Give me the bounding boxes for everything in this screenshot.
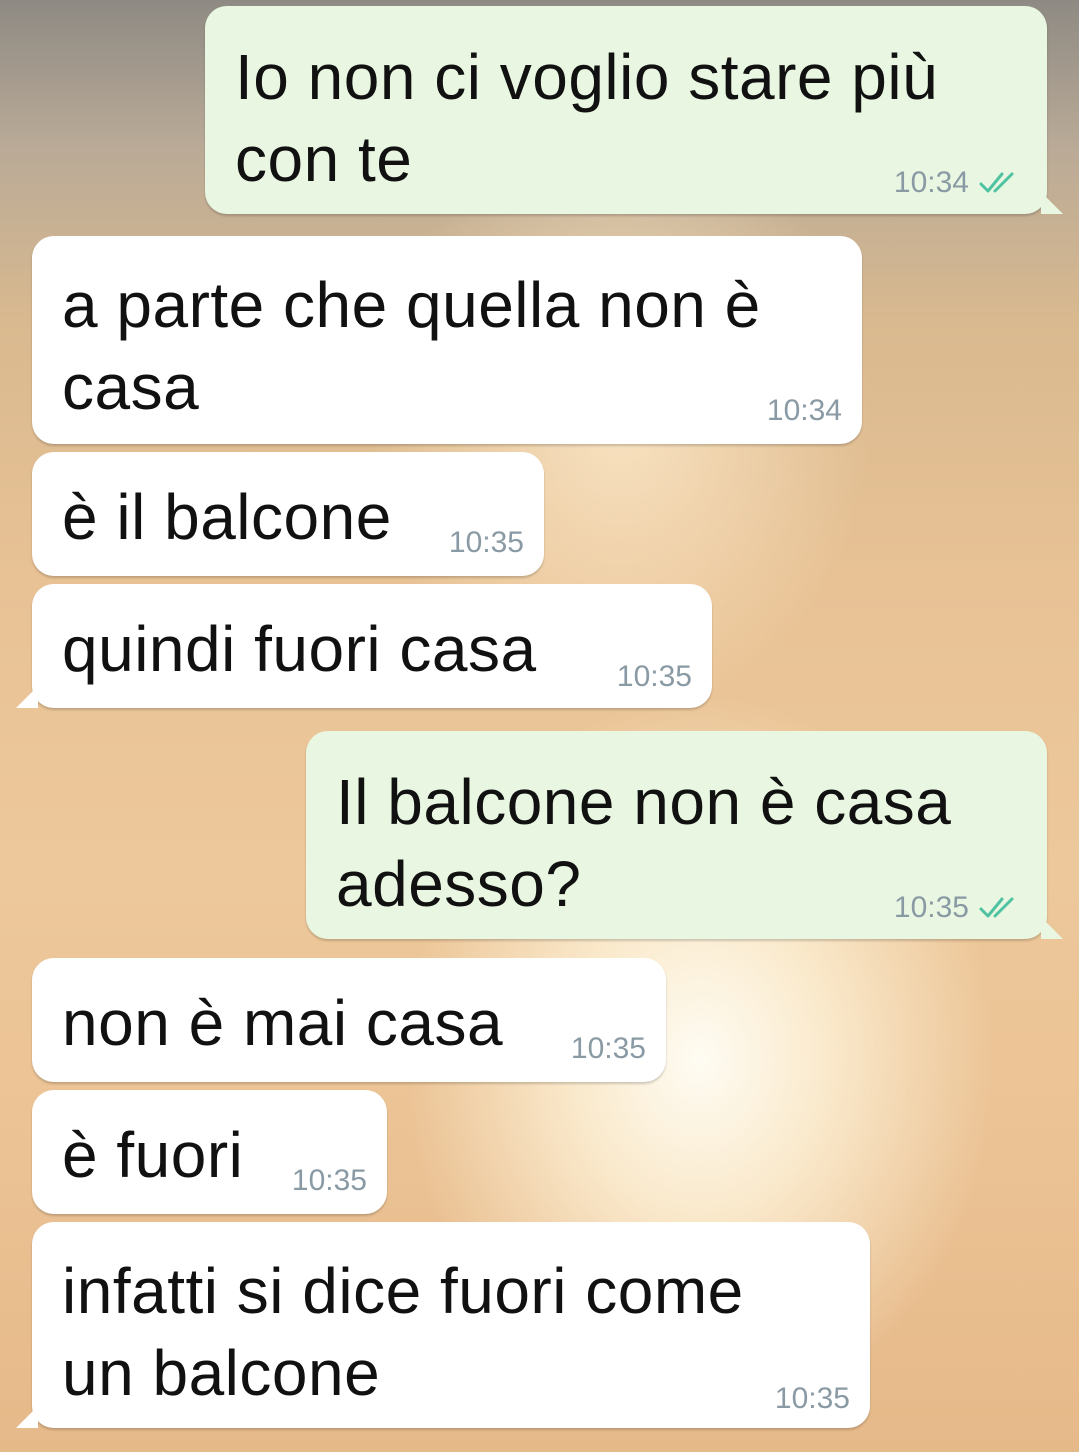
message-text: è il balcone bbox=[62, 481, 392, 553]
message-timestamp: 10:35 bbox=[893, 891, 969, 924]
incoming-message[interactable]: infatti si dice fuori come un balcone 10… bbox=[16, 1222, 870, 1428]
message-timestamp: 10:35 bbox=[448, 526, 524, 559]
outgoing-message[interactable]: Io non ci voglio stare più con te 10:34 bbox=[205, 6, 1063, 214]
outgoing-message[interactable]: Il balcone non è casa adesso? 10:35 bbox=[306, 731, 1063, 939]
incoming-message[interactable]: quindi fuori casa 10:35 bbox=[16, 584, 712, 708]
incoming-message[interactable]: non è mai casa 10:35 bbox=[32, 958, 666, 1082]
message-timestamp: 10:34 bbox=[766, 394, 842, 427]
incoming-message[interactable]: a parte che quella non è casa 10:34 bbox=[32, 236, 862, 444]
message-timestamp: 10:35 bbox=[774, 1382, 850, 1415]
message-timestamp: 10:35 bbox=[616, 660, 692, 693]
chat-thread: Io non ci voglio stare più con te 10:34 … bbox=[0, 0, 1079, 1452]
message-timestamp: 10:35 bbox=[570, 1032, 646, 1065]
incoming-message[interactable]: è fuori 10:35 bbox=[32, 1090, 387, 1214]
message-text: a parte che quella non è casa bbox=[62, 269, 761, 423]
message-text: infatti si dice fuori come un balcone bbox=[62, 1255, 744, 1409]
message-text: è fuori bbox=[62, 1119, 244, 1191]
message-timestamp: 10:34 bbox=[893, 166, 969, 199]
incoming-message[interactable]: è il balcone 10:35 bbox=[32, 452, 544, 576]
double-check-icon bbox=[979, 897, 1014, 918]
message-timestamp: 10:35 bbox=[291, 1164, 367, 1197]
double-check-icon bbox=[979, 172, 1014, 193]
message-text: non è mai casa bbox=[62, 987, 504, 1059]
message-text: Il balcone non è casa adesso? bbox=[336, 766, 952, 920]
message-text: quindi fuori casa bbox=[62, 613, 537, 685]
message-text: Io non ci voglio stare più con te bbox=[235, 41, 939, 195]
